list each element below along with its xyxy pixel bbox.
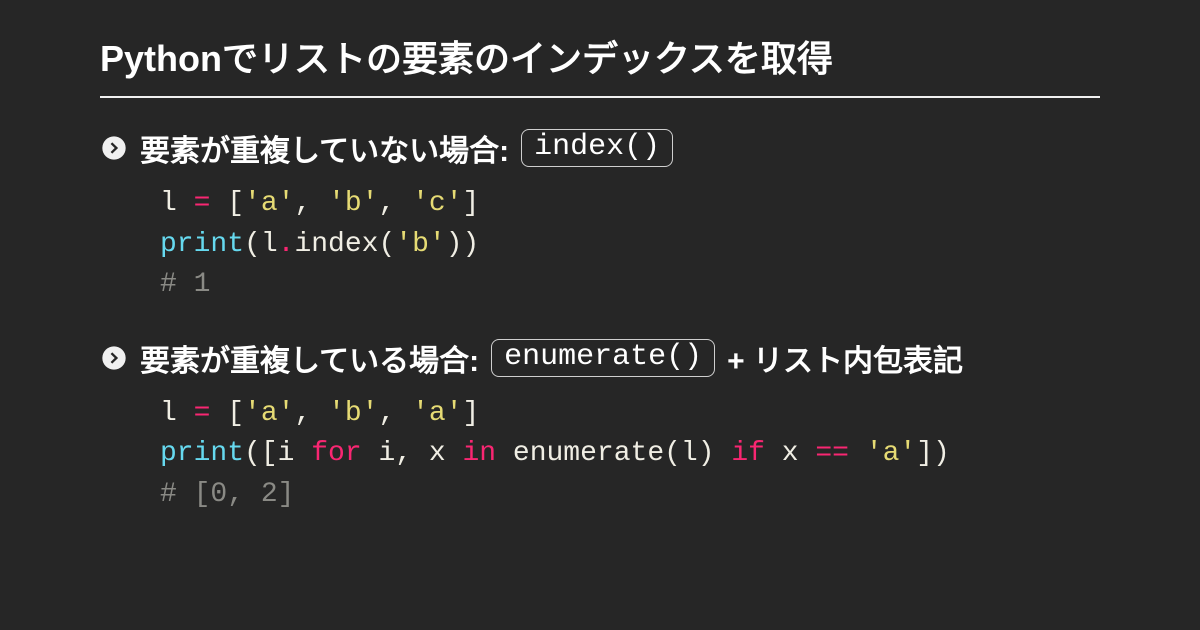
code-block-1: l = ['a', 'b', 'c'] print(l.index('b')) … — [100, 184, 1100, 306]
chevron-circle-icon — [100, 344, 128, 372]
section-2-inline-code: enumerate() — [491, 339, 715, 377]
section-1-prefix: 要素が重複していない場合: — [140, 126, 509, 170]
section-2-suffix: + リスト内包表記 — [727, 336, 963, 380]
code-block-2: l = ['a', 'b', 'a'] print([i for i, x in… — [100, 394, 1100, 516]
section-heading-1: 要素が重複していない場合: index() — [100, 126, 1100, 170]
page-title: Pythonでリストの要素のインデックスを取得 — [100, 30, 1100, 98]
section-2-prefix: 要素が重複している場合: — [140, 336, 479, 380]
section-heading-2: 要素が重複している場合: enumerate() + リスト内包表記 — [100, 336, 1100, 380]
section-1-inline-code: index() — [521, 129, 673, 167]
chevron-circle-icon — [100, 134, 128, 162]
